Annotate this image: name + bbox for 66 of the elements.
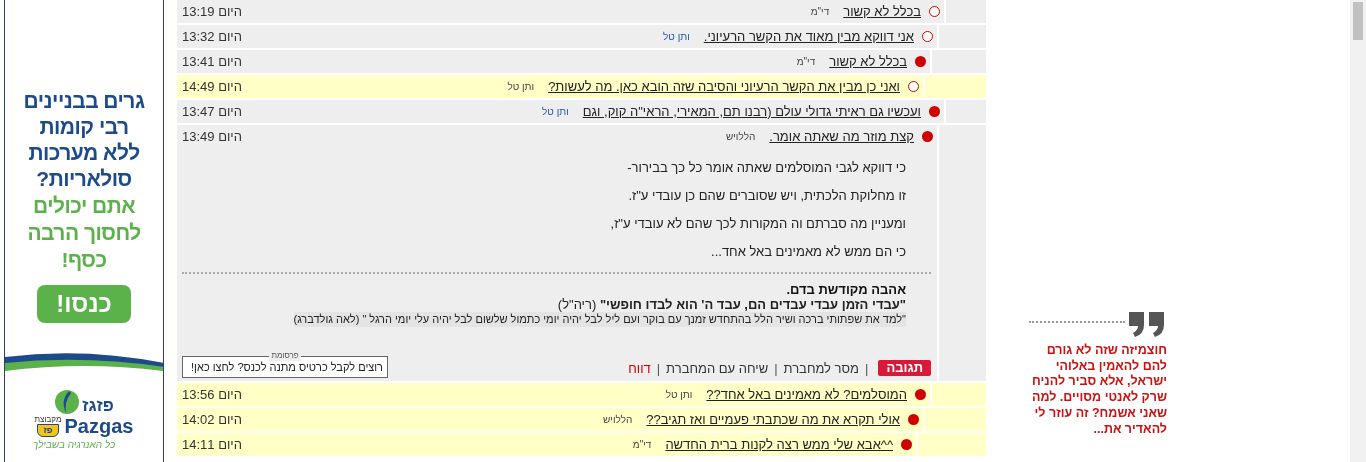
reply-button[interactable]: תגובה bbox=[878, 360, 931, 377]
message-row[interactable]: אולי תקרא את מה שכתבתי פעמיים ואז תגיב?? הללויש היום 14:02 bbox=[177, 408, 986, 431]
author-name: הללויש bbox=[603, 413, 633, 427]
message-time: היום 13:41 bbox=[182, 52, 242, 71]
author-name: די"מ bbox=[810, 5, 830, 19]
author-name: ותן טל bbox=[665, 388, 693, 402]
message-time: היום 14:02 bbox=[182, 410, 242, 429]
leaf-logo-icon bbox=[54, 389, 81, 415]
ad-legend: פרסומת bbox=[269, 351, 301, 361]
message-time: היום 13:32 bbox=[182, 27, 242, 46]
separator: | bbox=[865, 359, 869, 378]
message-row[interactable]: ^^אבא שלי ממש רצה לקנות ברית החדשה די"מ היום 14:11 bbox=[177, 433, 986, 456]
message-time: היום 13:49 bbox=[182, 127, 242, 146]
brand-name-latin: Pazgas bbox=[64, 415, 134, 437]
group-badge: פז bbox=[37, 424, 59, 437]
report-link[interactable]: דווח bbox=[628, 358, 651, 378]
author-name[interactable]: ותן טל bbox=[663, 29, 690, 44]
message-paragraph: ומעניין מה סברתם וה המקורות לכך שהם לא עובדי ע"ז, bbox=[609, 216, 906, 233]
message-title[interactable]: המוסלמים? לא מאמינים באל אחד?? bbox=[706, 384, 907, 405]
ad-headline: ללא מערכות bbox=[28, 140, 140, 166]
message-row[interactable] bbox=[177, 125, 986, 381]
ad-headline: רבי קומות bbox=[39, 114, 129, 140]
scrollbar[interactable] bbox=[1350, 0, 1366, 462]
message-title[interactable]: ^^אבא שלי ממש רצה לקנות ברית החדשה bbox=[665, 434, 893, 455]
brand-name: פזגז bbox=[82, 397, 114, 415]
author-name: ותן טל bbox=[507, 80, 535, 94]
signature-line: אהבה מקודשת בדם. bbox=[786, 282, 906, 297]
message-title[interactable]: אני דווקא מבין מאוד את הקשר הרעיוני. bbox=[703, 26, 914, 47]
separator: | bbox=[774, 359, 778, 378]
author-name: די"מ bbox=[632, 438, 652, 452]
ad-slogan: כל האנרגיה בשבילך bbox=[32, 438, 116, 452]
message-paragraph: זו מחלוקת הלכתית, ויש שסוברים שהם כן עובדי ע"ז. bbox=[627, 188, 906, 205]
message-title[interactable]: בכלל לא קשור bbox=[829, 51, 907, 72]
action-link[interactable]: שיחה עם המחברת bbox=[666, 358, 769, 378]
message-time: היום 13:56 bbox=[182, 385, 242, 404]
author-name: די"מ bbox=[796, 55, 816, 69]
author-name[interactable]: ותן טל bbox=[542, 104, 569, 119]
pull-quote: חוצמיזה שזה לא גורם להם להאמין באלוהי ישראל, אלא סביר להניח שרק לאנטי מסויים. למה שאני אשמח? זה עוזר לי להאדיר את... bbox=[1030, 343, 1167, 438]
message-time: היום 13:19 bbox=[182, 2, 242, 21]
separator: | bbox=[656, 359, 661, 378]
message-row[interactable]: המוסלמים? לא מאמינים באל אחד?? ותן טל היום 13:56 bbox=[177, 383, 986, 406]
author-name: הללויש bbox=[725, 130, 756, 144]
message-row[interactable]: ועכשיו גם ראיתי גדולי עולם (רבנו תם, המאירי, הראי"ה קוק, וגם ותן טל היום 13:47 bbox=[177, 100, 986, 123]
ad-subline: לחסוך הרבה bbox=[27, 220, 141, 246]
ad-headline: גרים בבניינים bbox=[23, 88, 145, 114]
action-link[interactable]: מסר למחברת bbox=[783, 358, 859, 378]
message-row[interactable]: ואני כן מבין את הקשר הרעיוני והסיבה שזה הובא כאן. מה לעשות? ותן טל היום 14:49 bbox=[177, 75, 986, 98]
group-label: מקבוצת bbox=[34, 415, 62, 424]
message-row[interactable]: בכלל לא קשור די"מ היום 13:41 bbox=[177, 50, 986, 73]
message-title[interactable]: ועכשיו גם ראיתי גדולי עולם (רבנו תם, המאירי, הראי"ה קוק, וגם bbox=[582, 101, 921, 122]
message-time: היום 13:47 bbox=[182, 102, 242, 121]
message-title[interactable]: אולי תקרא את מה שכתבתי פעמיים ואז תגיב?? bbox=[646, 409, 900, 430]
ad-subline: אתם יכולים bbox=[33, 193, 136, 219]
message-time: היום 14:11 bbox=[182, 435, 242, 454]
quote-icon bbox=[1127, 312, 1167, 337]
signature-line: "עבדי הזמן עבדי עבדים הם, עבד ה' הוא לבדו חופשי" (ריה"ל) bbox=[557, 297, 906, 312]
message-title[interactable]: קצת מוזר מה שאתה אומר. bbox=[769, 126, 914, 147]
message-time: היום 14:49 bbox=[182, 77, 242, 96]
message-title[interactable]: בכלל לא קשור bbox=[843, 1, 921, 22]
ad-headline: סולאריות? bbox=[36, 166, 132, 192]
message-row[interactable]: בכלל לא קשור די"מ היום 13:19 bbox=[177, 0, 986, 23]
message-title[interactable]: ואני כן מבין את הקשר הרעיוני והסיבה שזה הובא כאן. מה לעשות? bbox=[548, 76, 900, 97]
ad-subline: כסף! bbox=[61, 247, 107, 273]
message-paragraph: כי הם ממש לא מאמינים באל אחד... bbox=[710, 244, 906, 261]
message-row[interactable]: אני דווקא מבין מאוד את הקשר הרעיוני. ותן טל היום 13:32 bbox=[177, 25, 986, 48]
message-paragraph: כי דווקא לגבי המוסלמים שאתה אומר כל כך בבירור- bbox=[626, 160, 906, 177]
